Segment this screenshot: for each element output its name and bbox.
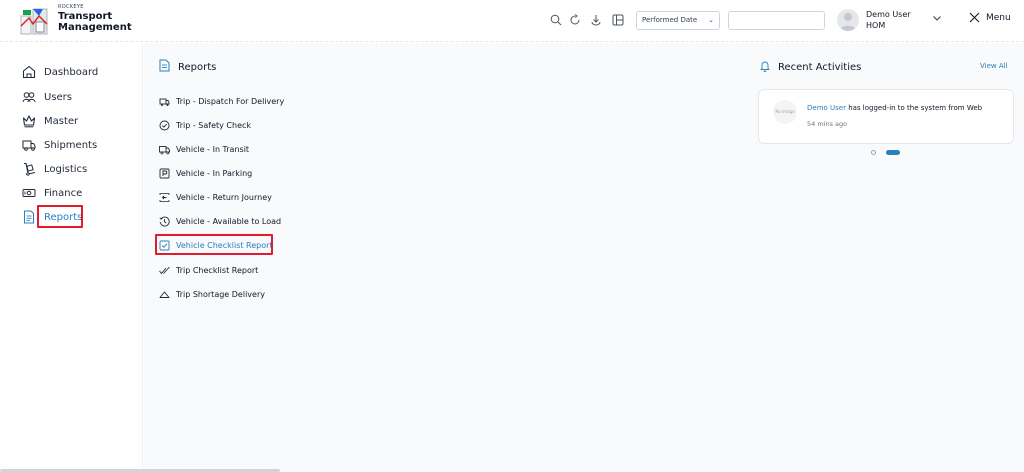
avatar[interactable] xyxy=(837,9,859,31)
sidebar-item-label: Finance xyxy=(44,187,83,199)
dolly-icon xyxy=(22,162,36,176)
reports-title: Reports xyxy=(178,61,217,73)
home-icon xyxy=(22,65,36,79)
activity-text: Demo User has logged-in to the system fr… xyxy=(807,104,982,112)
search-icon[interactable] xyxy=(548,12,564,28)
brand-line1: Transport xyxy=(58,11,113,22)
truck-icon xyxy=(22,138,36,152)
sidebar xyxy=(0,43,143,472)
reports-section-title: Reports xyxy=(159,59,216,75)
menu-label: Menu xyxy=(986,12,1011,23)
report-item-label: Vehicle - Return Journey xyxy=(176,192,272,202)
download-icon[interactable] xyxy=(588,12,604,28)
report-item-label: Trip Checklist Report xyxy=(176,265,259,275)
activity-card: No Image Demo User has logged-in to the … xyxy=(758,89,1014,144)
bell-icon xyxy=(760,60,770,75)
checklist-highlight-box xyxy=(155,234,273,255)
sidebar-item-label: Users xyxy=(44,91,73,103)
chevron-down-icon: ⌄ xyxy=(708,16,714,24)
columns-icon[interactable] xyxy=(610,12,626,28)
sidebar-item-master[interactable]: Master xyxy=(22,113,78,129)
report-item-label: Vehicle - In Transit xyxy=(176,144,250,154)
menu-button[interactable]: Menu xyxy=(969,12,1011,23)
carousel-dot[interactable] xyxy=(871,150,876,155)
search-input[interactable] xyxy=(728,11,825,30)
activity-avatar: No Image xyxy=(773,100,797,124)
sidebar-item-users[interactable]: Users xyxy=(22,89,72,105)
report-vehicle-in-transit[interactable]: Vehicle - In Transit xyxy=(159,143,249,155)
user-name: Demo User xyxy=(866,10,911,19)
sidebar-item-label: Logistics xyxy=(44,163,88,175)
dispatch-icon xyxy=(159,96,170,107)
check-circle-icon xyxy=(159,120,170,131)
brand-small: ROCKEYE xyxy=(58,4,84,10)
sidebar-item-label: Shipments xyxy=(44,139,98,151)
report-trip-safety-check[interactable]: Trip - Safety Check xyxy=(159,119,251,131)
report-item-label: Trip - Dispatch For Delivery xyxy=(176,96,285,106)
top-bar: ROCKEYE Transport Management Performed D… xyxy=(0,0,1024,42)
performed-date-value: Performed Date xyxy=(642,16,698,24)
brand-line2: Management xyxy=(58,22,132,33)
app-logo[interactable] xyxy=(19,6,49,36)
report-trip-checklist-report[interactable]: Trip Checklist Report xyxy=(159,264,258,276)
report-icon xyxy=(159,59,170,75)
user-info[interactable]: Demo User HOM xyxy=(866,10,911,32)
sidebar-item-label: Dashboard xyxy=(44,66,99,78)
history-icon xyxy=(159,216,170,227)
recent-activities-label: Recent Activities xyxy=(778,62,862,73)
user-role: HOM xyxy=(866,20,886,30)
report-icon xyxy=(22,210,36,224)
user-menu-chevron-icon[interactable] xyxy=(932,13,942,26)
truck-icon xyxy=(159,144,170,155)
sidebar-item-shipments[interactable]: Shipments xyxy=(22,137,97,153)
brand-name: ROCKEYE Transport Management xyxy=(58,5,132,33)
report-trip-shortage-delivery[interactable]: Trip Shortage Delivery xyxy=(159,288,265,300)
report-trip-dispatch-for-delivery[interactable]: Trip - Dispatch For Delivery xyxy=(159,95,284,107)
report-item-label: Vehicle - In Parking xyxy=(176,168,253,178)
report-vehicle-return-journey[interactable]: Vehicle - Return Journey xyxy=(159,191,272,203)
activity-time: 54 mins ago xyxy=(807,120,848,128)
report-vehicle-available-to-load[interactable]: Vehicle - Available to Load xyxy=(159,215,281,227)
triangle-icon xyxy=(159,289,170,300)
money-icon xyxy=(22,186,36,200)
sidebar-item-label: Master xyxy=(44,115,79,127)
sidebar-item-finance[interactable]: Finance xyxy=(22,185,82,201)
refresh-icon[interactable] xyxy=(567,12,583,28)
report-vehicle-in-parking[interactable]: Vehicle - In Parking xyxy=(159,167,252,179)
carousel-dot-active[interactable] xyxy=(886,150,900,155)
report-item-label: Trip Shortage Delivery xyxy=(176,289,265,299)
close-icon xyxy=(969,12,980,23)
view-all-link[interactable]: View All xyxy=(980,62,1008,70)
double-check-icon xyxy=(159,265,170,276)
reports-highlight-box xyxy=(37,205,83,228)
recent-activities-title: Recent Activities xyxy=(760,60,861,75)
sidebar-item-logistics[interactable]: Logistics xyxy=(22,161,87,177)
crown-icon xyxy=(22,114,36,128)
users-icon xyxy=(22,90,36,104)
activity-user-link[interactable]: Demo User xyxy=(807,104,846,112)
return-icon xyxy=(159,192,170,203)
activity-message: has logged-in to the system from Web xyxy=(845,104,983,112)
report-item-label: Trip - Safety Check xyxy=(176,120,252,130)
report-item-label: Vehicle - Available to Load xyxy=(176,216,282,226)
performed-date-select[interactable]: Performed Date ⌄ xyxy=(636,11,720,30)
sidebar-item-dashboard[interactable]: Dashboard xyxy=(22,64,98,80)
parking-icon xyxy=(159,168,170,179)
